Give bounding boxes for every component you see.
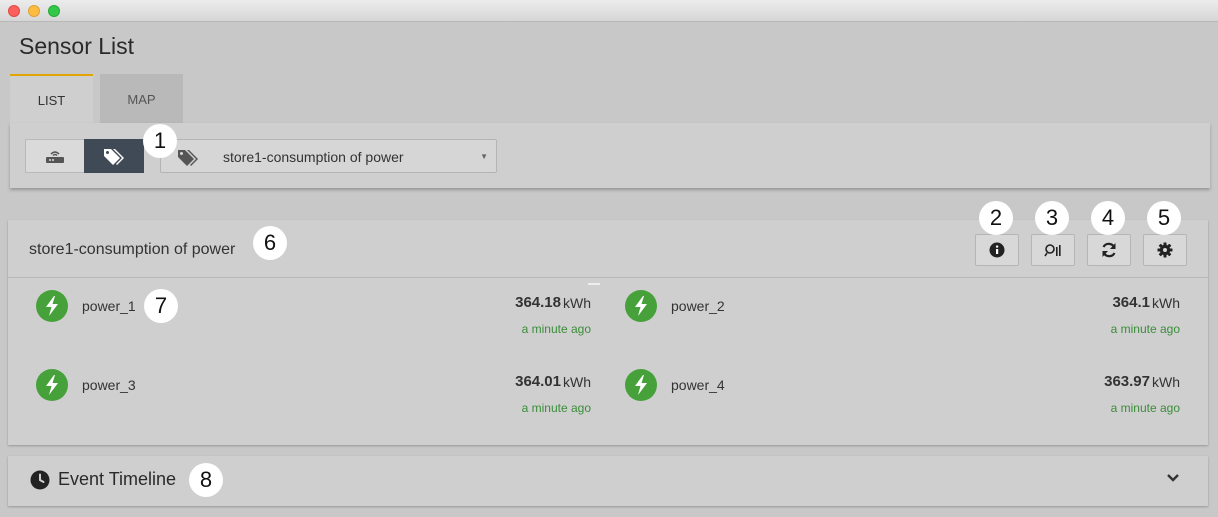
clock-icon bbox=[30, 470, 50, 490]
chevron-down-icon[interactable] bbox=[1166, 473, 1180, 483]
event-timeline-panel[interactable]: Event Timeline bbox=[8, 456, 1208, 506]
tag-select[interactable]: store1-consumption of power ▼ bbox=[160, 139, 497, 173]
power-sensor-icon bbox=[625, 290, 657, 322]
window-minimize-button[interactable] bbox=[28, 5, 40, 17]
chart-search-button[interactable] bbox=[1031, 234, 1075, 266]
callout-7: 7 bbox=[144, 289, 178, 323]
tags-icon bbox=[178, 150, 198, 166]
router-icon bbox=[46, 151, 64, 163]
info-button[interactable] bbox=[975, 234, 1019, 266]
gateway-view-toggle[interactable] bbox=[25, 139, 85, 173]
window-close-button[interactable] bbox=[8, 5, 20, 17]
sensor-item[interactable]: power_4 363.97 kWh a minute ago bbox=[625, 369, 1185, 429]
callout-3: 3 bbox=[1035, 201, 1069, 235]
timeline-title: Event Timeline bbox=[58, 469, 177, 489]
sensor-timestamp: a minute ago bbox=[521, 322, 591, 336]
sensor-timestamp: a minute ago bbox=[521, 401, 591, 415]
window-titlebar bbox=[0, 0, 1218, 22]
power-sensor-icon bbox=[36, 290, 68, 322]
sensor-timestamp: a minute ago bbox=[1110, 401, 1180, 415]
callout-8: 8 bbox=[189, 463, 223, 497]
sensor-value: 364.1 bbox=[1112, 294, 1150, 311]
sensor-value: 363.97 bbox=[1104, 373, 1150, 390]
refresh-icon bbox=[1102, 242, 1116, 258]
tags-icon bbox=[104, 149, 124, 165]
power-sensor-icon bbox=[625, 369, 657, 401]
sensor-name: power_3 bbox=[82, 377, 136, 393]
sensor-value: 364.01 bbox=[515, 373, 561, 390]
window-maximize-button[interactable] bbox=[48, 5, 60, 17]
tab-list[interactable]: LIST bbox=[10, 74, 93, 124]
chart-search-icon bbox=[1044, 244, 1061, 257]
panel-title: store1-consumption of power bbox=[29, 241, 236, 258]
callout-5: 5 bbox=[1147, 201, 1181, 235]
sensor-unit: kWh bbox=[1152, 374, 1180, 390]
sensor-item[interactable]: power_2 364.1 kWh a minute ago bbox=[625, 290, 1185, 350]
sensor-timestamp: a minute ago bbox=[1110, 322, 1180, 336]
sensor-name: power_1 bbox=[82, 298, 136, 314]
panel-divider bbox=[8, 277, 1208, 278]
refresh-button[interactable] bbox=[1087, 234, 1131, 266]
page-title: Sensor List bbox=[19, 33, 135, 59]
sensor-item[interactable]: power_3 364.01 kWh a minute ago bbox=[36, 369, 596, 429]
settings-button[interactable] bbox=[1143, 234, 1187, 266]
callout-2: 2 bbox=[979, 201, 1013, 235]
power-sensor-icon bbox=[36, 369, 68, 401]
sensor-value: 364.18 bbox=[515, 294, 561, 311]
sensor-unit: kWh bbox=[563, 295, 591, 311]
chevron-down-icon: ▼ bbox=[480, 152, 488, 161]
callout-6: 6 bbox=[253, 226, 287, 260]
filter-bar: store1-consumption of power ▼ bbox=[10, 123, 1210, 188]
gear-icon bbox=[1157, 242, 1173, 258]
tab-map[interactable]: MAP bbox=[100, 74, 183, 124]
tag-view-toggle[interactable] bbox=[84, 139, 144, 173]
sensor-unit: kWh bbox=[563, 374, 591, 390]
sensor-unit: kWh bbox=[1152, 295, 1180, 311]
sensor-name: power_4 bbox=[671, 377, 725, 393]
info-icon bbox=[989, 242, 1005, 258]
panel-divider-marker bbox=[588, 283, 600, 285]
selected-tag-text: store1-consumption of power bbox=[223, 149, 404, 165]
sensor-name: power_2 bbox=[671, 298, 725, 314]
sensor-group-panel: store1-consumption of power power_1 364.… bbox=[8, 220, 1208, 445]
callout-4: 4 bbox=[1091, 201, 1125, 235]
callout-1: 1 bbox=[143, 124, 177, 158]
sensor-item[interactable]: power_1 364.18 kWh a minute ago bbox=[36, 290, 596, 350]
